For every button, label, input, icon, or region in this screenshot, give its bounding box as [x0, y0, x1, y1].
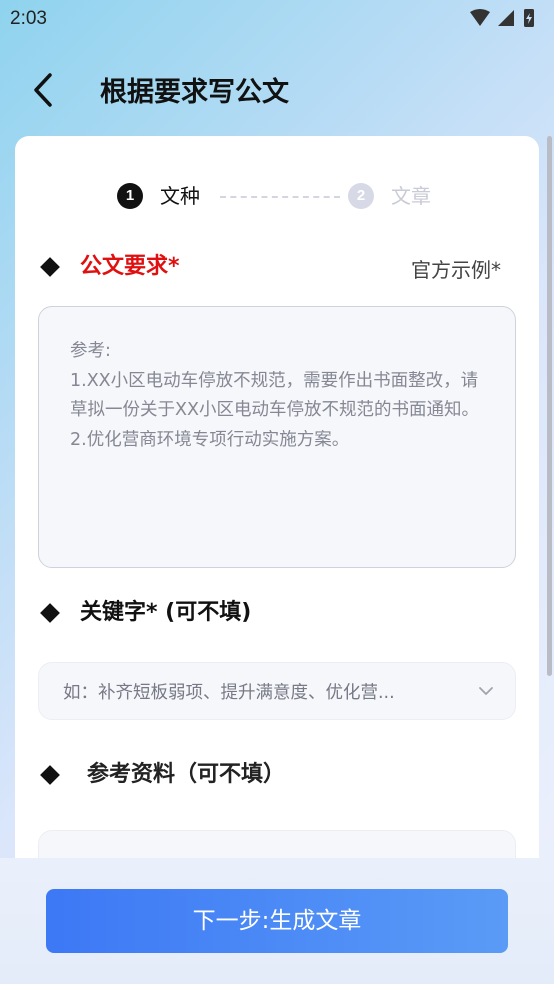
form-card: 1 文种 2 文章 公文要求* 官方示例* 参考: 1.XX小区电动车停放不规范… — [15, 136, 539, 876]
status-bar: 2:03 — [0, 0, 554, 38]
bottom-bar: 下一步:生成文章 — [0, 858, 554, 984]
next-step-button[interactable]: 下一步:生成文章 — [46, 889, 508, 953]
page-title: 根据要求写公文 — [100, 77, 289, 108]
step-indicator: 1 文种 2 文章 — [115, 180, 455, 212]
keywords-placeholder: 如：补齐短板弱项、提升满意度、优化营... — [63, 683, 395, 703]
step-1-label: 文种 — [160, 184, 200, 208]
status-time: 2:03 — [10, 8, 47, 29]
status-icons — [464, 8, 544, 30]
back-button[interactable] — [24, 66, 64, 110]
keywords-label: 关键字* (可不填) — [80, 600, 252, 625]
step-2-label: 文章 — [391, 184, 431, 208]
back-arrow-icon — [34, 73, 52, 107]
references-label: 参考资料（可不填） — [87, 762, 286, 787]
keywords-section-header: 关键字* (可不填) — [15, 594, 539, 634]
diamond-bullet-icon — [40, 257, 60, 277]
step-connector — [220, 196, 340, 198]
requirements-textarea[interactable]: 参考: 1.XX小区电动车停放不规范，需要作出书面整改，请草拟一份关于XX小区电… — [38, 306, 516, 568]
step-1-number: 1 — [117, 183, 143, 209]
diamond-bullet-icon — [40, 765, 60, 785]
keywords-select[interactable]: 如：补齐短板弱项、提升满意度、优化营... — [38, 662, 516, 720]
header: 根据要求写公文 — [0, 60, 554, 116]
chevron-down-icon — [479, 687, 493, 695]
requirements-placeholder: 参考: 1.XX小区电动车停放不规范，需要作出书面整改，请草拟一份关于XX小区电… — [70, 341, 479, 450]
references-section-header: 参考资料（可不填） — [15, 756, 539, 796]
official-example-link[interactable]: 官方示例* — [411, 254, 501, 283]
requirements-section-header: 公文要求* 官方示例* — [15, 248, 539, 288]
signal-icon — [498, 10, 514, 26]
scrollbar[interactable] — [547, 136, 552, 676]
step-2-number: 2 — [348, 183, 374, 209]
diamond-bullet-icon — [40, 603, 60, 623]
wifi-icon — [470, 9, 490, 26]
requirements-label: 公文要求* — [80, 254, 180, 279]
